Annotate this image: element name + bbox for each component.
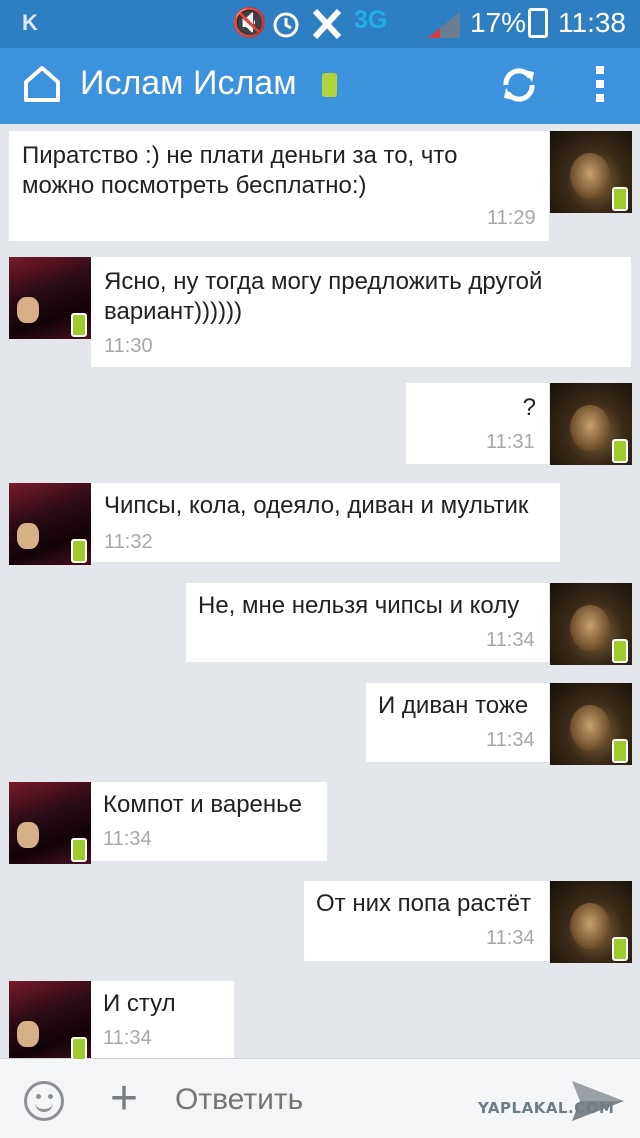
mobile-badge-icon (612, 639, 628, 663)
x-app-icon (312, 8, 342, 40)
message-bubble-contact[interactable]: И стул 11:34 (91, 981, 234, 1058)
message-time: 11:34 (486, 729, 535, 751)
k-notification-icon: K (22, 10, 38, 35)
battery-icon (528, 8, 548, 38)
message-bubble-contact[interactable]: Компот и варенье 11:34 (91, 782, 327, 861)
refresh-icon[interactable] (498, 64, 540, 106)
chat-title: Ислам Ислам (80, 64, 297, 102)
message-text: Чипсы, кола, одеяло, диван и мультик (104, 492, 529, 519)
network-type: 3G (354, 6, 388, 34)
mobile-status-icon (322, 73, 337, 97)
mobile-badge-icon (612, 739, 628, 763)
message-time: 11:34 (103, 1027, 152, 1049)
mobile-badge-icon (71, 1037, 87, 1061)
message-time: 11:34 (103, 828, 152, 850)
message-bubble-self[interactable]: И диван тоже 11:34 (366, 683, 549, 762)
avatar-self[interactable] (550, 383, 632, 465)
status-bar: K 🔇 3G 17% 11:38 (0, 0, 640, 48)
signal-icon (428, 12, 460, 38)
avatar-self[interactable] (550, 583, 632, 665)
battery-percent: 17% (470, 7, 527, 38)
mobile-badge-icon (71, 313, 87, 337)
message-time: 11:31 (486, 431, 535, 453)
message-bubble-contact[interactable]: Ясно, ну тогда могу предложить другой ва… (91, 257, 631, 367)
avatar-self[interactable] (550, 683, 632, 765)
message-text: ? (522, 394, 536, 421)
message-text: Не, мне нельзя чипсы и колу (198, 592, 520, 619)
clock: 11:38 (558, 7, 626, 38)
message-text: И диван тоже (378, 692, 529, 719)
mobile-badge-icon (71, 838, 87, 862)
home-icon[interactable] (22, 64, 62, 104)
attach-plus-icon[interactable]: + (110, 1075, 138, 1123)
mobile-badge-icon (612, 937, 628, 961)
avatar-contact[interactable] (9, 782, 91, 864)
message-time: 11:29 (487, 207, 536, 229)
message-time: 11:32 (104, 531, 153, 553)
avatar-contact[interactable] (9, 483, 91, 565)
alarm-icon (273, 12, 299, 38)
message-text: Ясно, ну тогда могу предложить другой ва… (104, 268, 543, 325)
message-bubble-contact[interactable]: Чипсы, кола, одеяло, диван и мультик 11:… (91, 483, 560, 562)
app-bar: Ислам Ислам (0, 48, 640, 124)
message-bubble-self[interactable]: От них попа растёт 11:34 (304, 881, 549, 961)
message-bubble-self[interactable]: Не, мне нельзя чипсы и колу 11:34 (186, 583, 549, 662)
avatar-contact[interactable] (9, 257, 91, 339)
emoji-icon[interactable] (24, 1081, 64, 1121)
message-text: Компот и варенье (103, 791, 303, 818)
mobile-badge-icon (612, 439, 628, 463)
message-text: Пиратство :) не плати деньги за то, что … (22, 142, 458, 199)
avatar-contact[interactable] (9, 981, 91, 1063)
avatar-self[interactable] (550, 131, 632, 213)
more-menu-icon[interactable] (590, 66, 610, 106)
mobile-badge-icon (612, 187, 628, 211)
mobile-badge-icon (71, 539, 87, 563)
message-bubble-self[interactable]: ? 11:31 (406, 383, 549, 464)
message-text: И стул (103, 990, 176, 1017)
mute-icon: 🔇 (232, 7, 267, 38)
watermark: YAPLAKAL.COM (478, 1099, 615, 1117)
message-time: 11:34 (486, 629, 535, 651)
message-bubble-self[interactable]: Пиратство :) не плати деньги за то, что … (9, 131, 549, 241)
composer-bar: + YAPLAKAL.COM (0, 1058, 640, 1138)
message-time: 11:30 (104, 335, 153, 357)
message-text: От них попа растёт (316, 890, 532, 917)
message-time: 11:34 (486, 927, 535, 949)
avatar-self[interactable] (550, 881, 632, 963)
